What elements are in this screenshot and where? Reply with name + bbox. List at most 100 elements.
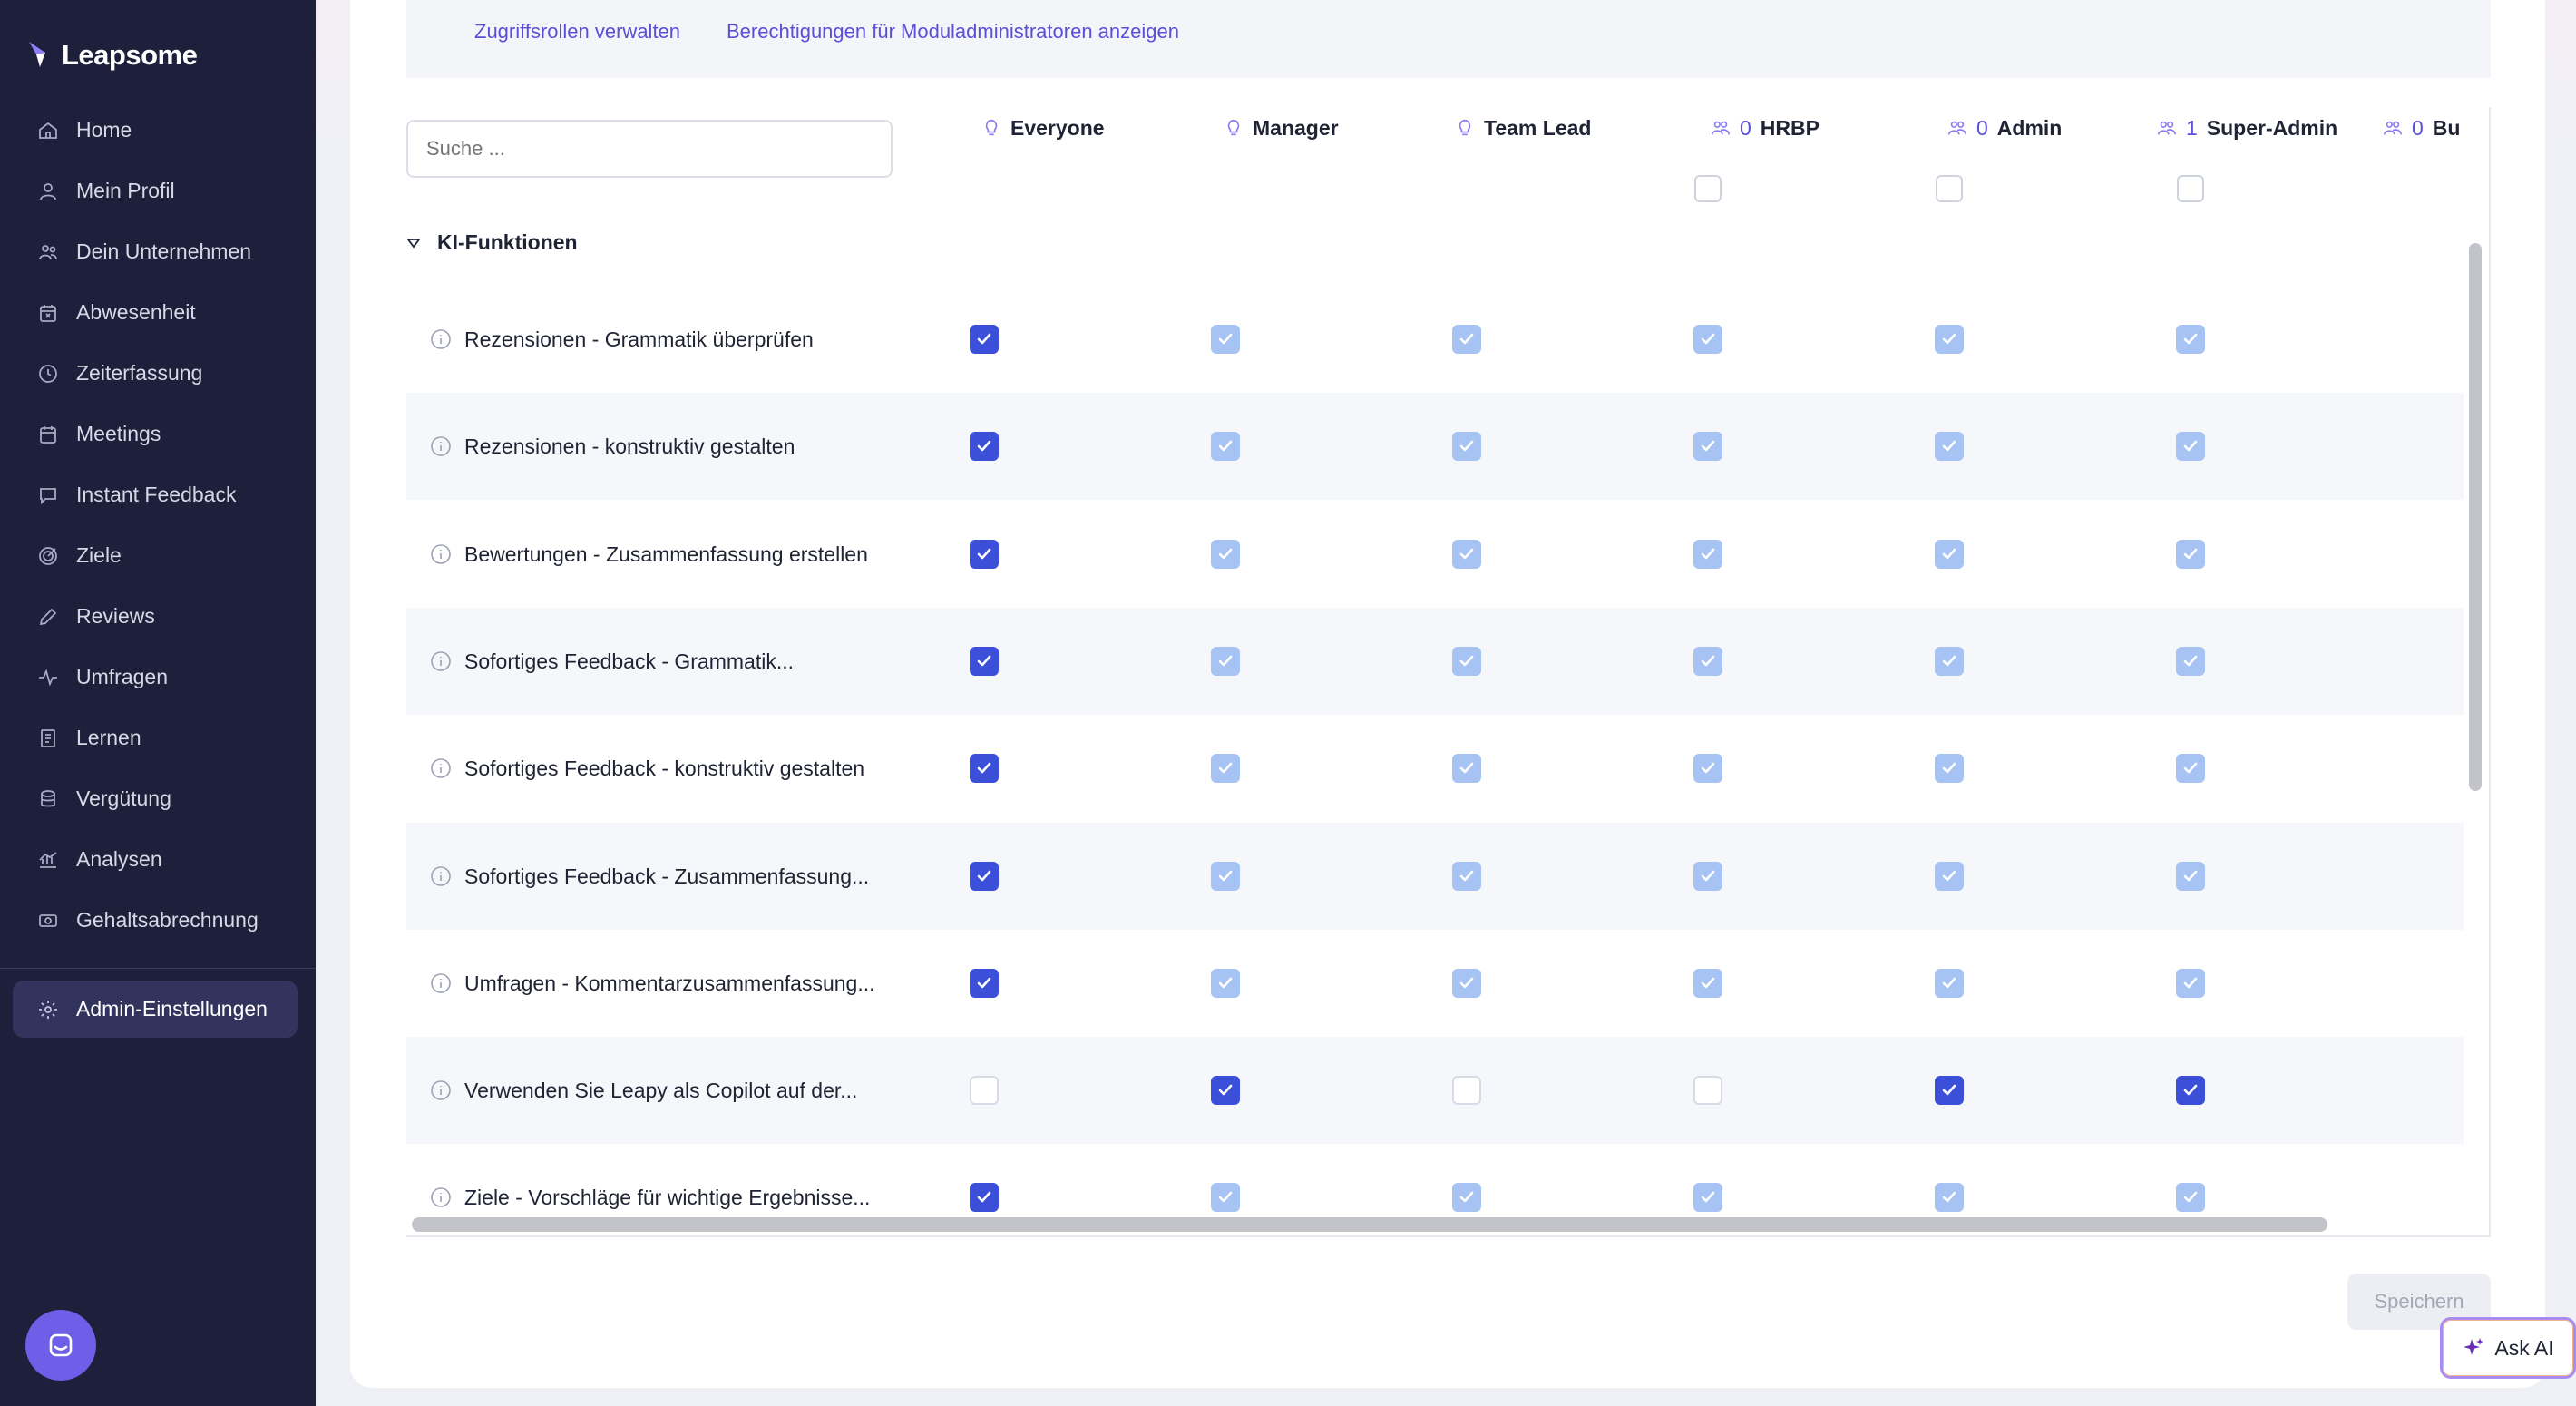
permission-checkbox[interactable] — [1693, 1183, 1722, 1212]
permission-checkbox[interactable] — [970, 754, 999, 783]
permission-checkbox[interactable] — [1935, 969, 1964, 998]
column-header-super-admin[interactable]: 1 Super-Admin — [2157, 114, 2337, 142]
permission-checkbox[interactable] — [2176, 1183, 2205, 1212]
permission-checkbox[interactable] — [2176, 325, 2205, 354]
permission-checkbox[interactable] — [2176, 1076, 2205, 1105]
permission-checkbox[interactable] — [1693, 325, 1722, 354]
info-icon[interactable] — [430, 865, 452, 887]
sidebar-item-reviews[interactable]: Reviews — [13, 586, 303, 647]
permission-checkbox[interactable] — [2176, 432, 2205, 461]
feature-name: Sofortiges Feedback - Zusammenfassung... — [464, 864, 870, 888]
logo[interactable]: Leapsome — [27, 34, 198, 76]
vertical-scrollbar-thumb[interactable] — [2469, 243, 2482, 791]
info-icon[interactable] — [430, 328, 452, 350]
info-icon[interactable] — [430, 1079, 452, 1101]
sidebar-item-admin-einstellungen[interactable]: Admin-Einstellungen — [13, 981, 298, 1038]
permission-checkbox[interactable] — [1935, 540, 1964, 569]
permission-checkbox[interactable] — [970, 647, 999, 676]
search-input[interactable] — [406, 120, 893, 178]
permission-checkbox[interactable] — [1693, 540, 1722, 569]
permission-checkbox[interactable] — [970, 969, 999, 998]
info-icon[interactable] — [430, 650, 452, 672]
permission-checkbox[interactable] — [1452, 969, 1481, 998]
permission-checkbox[interactable] — [2176, 754, 2205, 783]
permission-checkbox[interactable] — [1935, 647, 1964, 676]
permission-checkbox[interactable] — [1452, 540, 1481, 569]
permission-checkbox[interactable] — [1935, 1183, 1964, 1212]
column-header-team-lead[interactable]: Team Lead — [1455, 114, 1591, 142]
permission-checkbox[interactable] — [1452, 647, 1481, 676]
permission-checkbox[interactable] — [1211, 1183, 1240, 1212]
permission-checkbox[interactable] — [1452, 862, 1481, 891]
sidebar-item-dein-unternehmen[interactable]: Dein Unternehmen — [13, 221, 303, 282]
column-select-all-checkbox[interactable] — [2177, 175, 2204, 202]
info-icon[interactable] — [430, 435, 452, 457]
permission-checkbox[interactable] — [1935, 325, 1964, 354]
column-header-manager[interactable]: Manager — [1224, 114, 1339, 142]
permission-checkbox[interactable] — [1935, 1076, 1964, 1105]
permission-checkbox[interactable] — [1211, 325, 1240, 354]
permission-checkbox[interactable] — [1452, 432, 1481, 461]
permission-checkbox[interactable] — [1693, 432, 1722, 461]
permission-checkbox[interactable] — [2176, 969, 2205, 998]
permission-checkbox[interactable] — [2176, 862, 2205, 891]
permission-checkbox[interactable] — [1935, 432, 1964, 461]
permission-checkbox[interactable] — [1211, 754, 1240, 783]
sidebar-item-mein-profil[interactable]: Mein Profil — [13, 161, 303, 221]
permission-checkbox[interactable] — [1452, 325, 1481, 354]
permission-checkbox[interactable] — [1693, 969, 1722, 998]
info-icon[interactable] — [430, 757, 452, 779]
permission-checkbox[interactable] — [1693, 862, 1722, 891]
permission-checkbox[interactable] — [2176, 647, 2205, 676]
sidebar-item-vergütung[interactable]: Vergütung — [13, 768, 303, 829]
info-icon[interactable] — [430, 543, 452, 565]
module-admin-permissions-link[interactable]: Berechtigungen für Moduladministratoren … — [727, 20, 1179, 44]
column-header-everyone[interactable]: Everyone — [981, 114, 1105, 142]
column-select-all-checkbox[interactable] — [1936, 175, 1963, 202]
sidebar-item-instant-feedback[interactable]: Instant Feedback — [13, 464, 303, 525]
group-icon — [1947, 118, 1967, 138]
info-icon[interactable] — [430, 1186, 452, 1208]
chat-support-button[interactable] — [25, 1310, 96, 1381]
sidebar-item-lernen[interactable]: Lernen — [13, 708, 303, 768]
permission-checkbox[interactable] — [970, 540, 999, 569]
permission-checkbox[interactable] — [1211, 969, 1240, 998]
horizontal-scrollbar-thumb[interactable] — [412, 1217, 2327, 1232]
permission-checkbox[interactable] — [970, 862, 999, 891]
permission-checkbox[interactable] — [1211, 432, 1240, 461]
sidebar-item-abwesenheit[interactable]: Abwesenheit — [13, 282, 303, 343]
permission-checkbox[interactable] — [2176, 540, 2205, 569]
permission-checkbox[interactable] — [1693, 1076, 1722, 1105]
permission-checkbox[interactable] — [1211, 862, 1240, 891]
column-header-bu[interactable]: 0 Bu — [2383, 114, 2463, 142]
permission-checkbox[interactable] — [1211, 540, 1240, 569]
permission-checkbox[interactable] — [1211, 647, 1240, 676]
permission-checkbox[interactable] — [1452, 1076, 1481, 1105]
permission-checkbox[interactable] — [1935, 754, 1964, 783]
permission-checkbox[interactable] — [1211, 1076, 1240, 1105]
permission-checkbox[interactable] — [970, 1183, 999, 1212]
permission-checkbox[interactable] — [1935, 862, 1964, 891]
permission-checkbox[interactable] — [970, 1076, 999, 1105]
permission-checkbox[interactable] — [970, 325, 999, 354]
manage-access-roles-link[interactable]: Zugriffsrollen verwalten — [474, 20, 680, 44]
column-header-hrbp[interactable]: 0 HRBP — [1711, 114, 1820, 142]
permission-checkbox[interactable] — [1693, 647, 1722, 676]
sidebar-item-meetings[interactable]: Meetings — [13, 404, 303, 464]
permission-checkbox[interactable] — [970, 432, 999, 461]
permission-checkbox[interactable] — [1452, 1183, 1481, 1212]
permission-checkbox[interactable] — [1693, 754, 1722, 783]
ask-ai-button[interactable]: Ask AI — [2440, 1317, 2576, 1379]
sidebar-item-home[interactable]: Home — [13, 100, 303, 161]
sidebar-item-analysen[interactable]: Analysen — [13, 829, 303, 890]
column-header-admin[interactable]: 0 Admin — [1947, 114, 2062, 142]
column-header-label: Everyone — [1010, 115, 1105, 140]
sidebar-item-ziele[interactable]: Ziele — [13, 525, 303, 586]
sidebar-item-umfragen[interactable]: Umfragen — [13, 647, 303, 708]
permission-checkbox[interactable] — [1452, 754, 1481, 783]
section-toggle-ki-funktionen[interactable]: KI-Funktionen — [406, 230, 578, 255]
info-icon[interactable] — [430, 972, 452, 994]
sidebar-item-gehaltsabrechnung[interactable]: Gehaltsabrechnung — [13, 890, 303, 951]
column-select-all-checkbox[interactable] — [1694, 175, 1722, 202]
sidebar-item-zeiterfassung[interactable]: Zeiterfassung — [13, 343, 303, 404]
